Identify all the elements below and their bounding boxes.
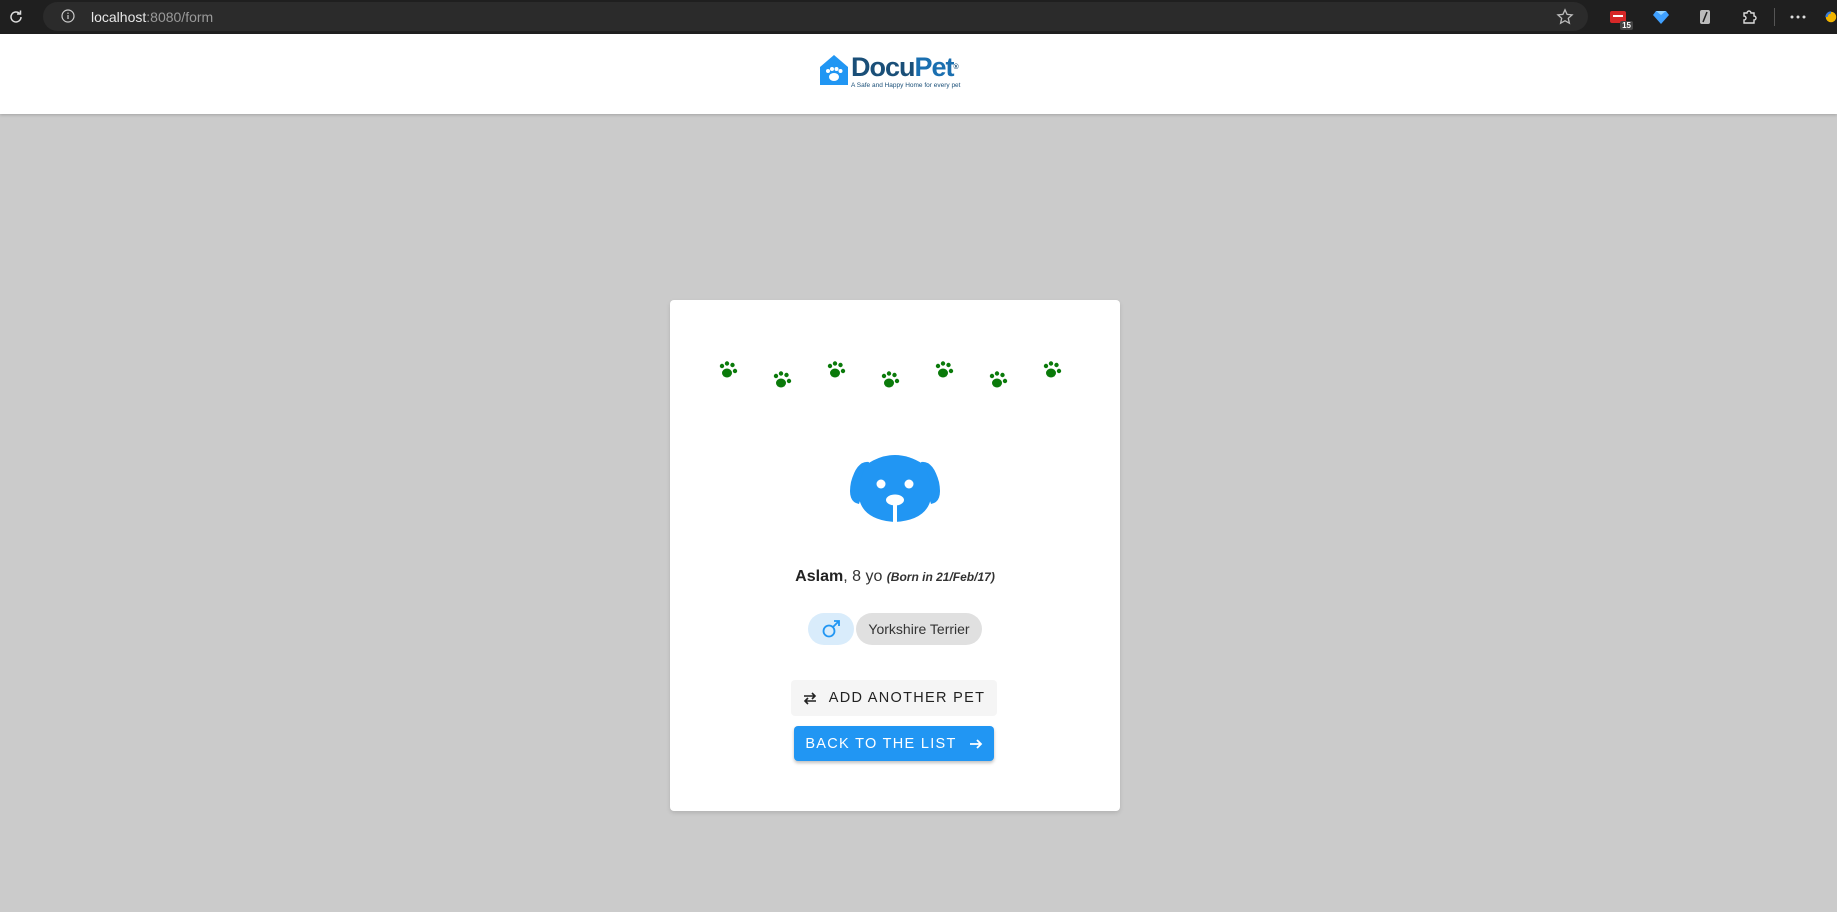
add-another-pet-button[interactable]: ADD ANOTHER PET bbox=[791, 680, 997, 716]
more-menu-icon[interactable] bbox=[1787, 6, 1809, 28]
paw-icon bbox=[773, 371, 792, 388]
breed-chip: Yorkshire Terrier bbox=[856, 613, 982, 645]
logo-tagline: A Safe and Happy Home for every pet bbox=[851, 82, 961, 89]
address-bar[interactable]: localhost:8080/form bbox=[43, 2, 1588, 31]
reload-icon[interactable] bbox=[4, 5, 28, 29]
app-header: DocuPet® A Safe and Happy Home for every… bbox=[0, 34, 1837, 114]
paw-icon bbox=[881, 371, 900, 388]
logo-name: DocuPet® bbox=[851, 54, 960, 81]
url-text[interactable]: localhost:8080/form bbox=[91, 9, 213, 25]
extensions-puzzle-icon[interactable] bbox=[1738, 6, 1760, 28]
pet-summary: Aslam, 8 yo (Born in 21/Feb/17) bbox=[670, 568, 1120, 586]
extension-mail-icon[interactable]: 15 bbox=[1607, 6, 1633, 30]
extension-feather-icon[interactable] bbox=[1694, 6, 1716, 28]
paw-icon bbox=[719, 361, 738, 378]
url-path: :8080/form bbox=[146, 9, 214, 25]
star-icon[interactable] bbox=[1556, 8, 1574, 26]
browser-toolbar: localhost:8080/form 15 bbox=[0, 0, 1837, 34]
paw-icon bbox=[989, 371, 1008, 388]
house-paw-icon bbox=[820, 55, 848, 85]
pet-name: Aslam bbox=[795, 568, 844, 585]
logo-name-docu: Docu bbox=[851, 52, 915, 82]
swap-icon bbox=[803, 692, 816, 705]
paw-icon bbox=[935, 361, 954, 378]
pet-birthdate: (Born in 21/Feb/17) bbox=[886, 570, 995, 584]
extension-gem-icon[interactable] bbox=[1650, 6, 1672, 28]
add-another-pet-label: ADD ANOTHER PET bbox=[828, 690, 986, 706]
arrow-right-icon bbox=[969, 738, 982, 749]
docupet-logo[interactable]: DocuPet® A Safe and Happy Home for every… bbox=[819, 54, 960, 94]
copilot-icon[interactable] bbox=[1825, 6, 1837, 28]
male-icon bbox=[823, 620, 841, 638]
paw-prints-row bbox=[670, 300, 1120, 400]
logo-registered: ® bbox=[953, 64, 959, 71]
dog-icon bbox=[850, 455, 940, 522]
paw-icon bbox=[827, 361, 846, 378]
gender-chip bbox=[808, 613, 855, 645]
paw-icon bbox=[1043, 361, 1062, 378]
toolbar-divider bbox=[1774, 8, 1775, 26]
pet-age: , 8 yo bbox=[843, 568, 883, 585]
extension-badge: 15 bbox=[1620, 21, 1633, 30]
pet-card: Aslam, 8 yo (Born in 21/Feb/17) Yorkshir… bbox=[670, 300, 1120, 811]
pet-chips: Yorkshire Terrier bbox=[670, 613, 1120, 645]
info-icon[interactable] bbox=[61, 9, 75, 23]
logo-name-pet: Pet bbox=[914, 52, 955, 82]
url-host: localhost bbox=[91, 9, 147, 25]
back-to-list-label: BACK TO THE LIST bbox=[805, 735, 957, 752]
back-to-list-button[interactable]: BACK TO THE LIST bbox=[794, 726, 994, 761]
